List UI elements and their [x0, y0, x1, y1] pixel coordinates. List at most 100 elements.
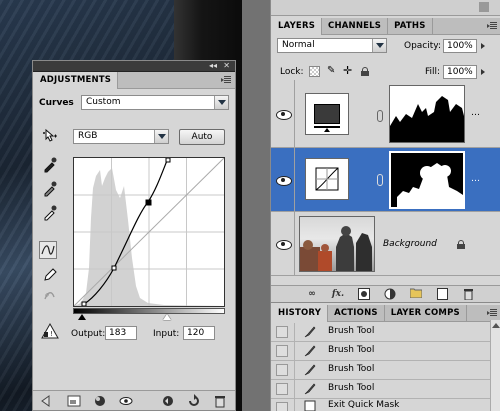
layer-row[interactable]: …	[271, 80, 500, 148]
opacity-field[interactable]: 100%	[443, 39, 477, 53]
history-tab-strip: HISTORY ACTIONS LAYER COMPS	[271, 305, 500, 322]
tab-paths[interactable]: PATHS	[388, 18, 433, 35]
scroll-up-icon[interactable]	[492, 323, 500, 328]
curve-point[interactable]	[111, 265, 117, 271]
channel-dropdown[interactable]: RGB	[73, 129, 169, 144]
history-source-box[interactable]	[276, 364, 288, 376]
panel-menu-icon[interactable]	[487, 22, 497, 30]
adjustment-name: Curves	[39, 98, 74, 108]
curve-point-selected[interactable]	[145, 199, 152, 206]
dock-top-strip	[271, 0, 500, 16]
auto-button[interactable]: Auto	[179, 129, 225, 145]
lock-all-icon[interactable]	[361, 67, 369, 76]
curves-graph[interactable]	[73, 157, 225, 307]
lock-position-icon[interactable]: ✛	[343, 64, 352, 77]
channel-value: RGB	[78, 131, 98, 141]
more-icon: …	[471, 108, 480, 118]
black-point-eyedropper-icon[interactable]	[41, 155, 59, 173]
layers-footer: ∞ fx.	[271, 285, 500, 303]
eye-icon[interactable]	[276, 109, 292, 120]
trash-icon[interactable]	[461, 288, 475, 301]
history-item-label: Brush Tool	[328, 383, 375, 393]
trash-icon[interactable]	[213, 394, 227, 408]
tab-history[interactable]: HISTORY	[271, 305, 329, 322]
adjustment-layer-icon[interactable]	[383, 288, 397, 301]
output-field[interactable]: 183	[105, 326, 137, 340]
eye-icon[interactable]	[276, 175, 292, 186]
history-item[interactable]: Brush Tool	[271, 380, 500, 399]
reset-icon[interactable]	[187, 394, 201, 408]
mask-thumbnail[interactable]	[389, 85, 465, 143]
clip-to-layer-icon[interactable]	[93, 394, 107, 408]
view-previous-state-icon[interactable]	[161, 394, 175, 408]
mask-thumbnail[interactable]	[389, 151, 465, 209]
tab-actions[interactable]: ACTIONS	[328, 305, 385, 322]
dock-button-icon[interactable]	[479, 2, 489, 12]
lock-pixels-icon[interactable]: ✎	[327, 65, 335, 76]
eye-icon[interactable]	[276, 239, 292, 250]
tab-layer-comps[interactable]: LAYER COMPS	[385, 305, 467, 322]
tab-adjustments[interactable]: ADJUSTMENTS	[33, 72, 119, 89]
opacity-slider-arrow-icon[interactable]	[481, 43, 485, 49]
fill-field[interactable]: 100%	[443, 65, 477, 79]
gray-point-eyedropper-icon[interactable]	[41, 179, 59, 197]
link-layers-icon[interactable]: ∞	[305, 288, 319, 301]
link-icon[interactable]	[377, 174, 383, 186]
layer-name[interactable]: Background	[383, 239, 437, 249]
history-item[interactable]: Brush Tool	[271, 342, 500, 361]
history-item[interactable]: Brush Tool	[271, 323, 500, 342]
background-thumbnail[interactable]	[299, 216, 375, 272]
panel-view-icon[interactable]	[67, 394, 81, 408]
smooth-curve-icon[interactable]	[41, 287, 59, 305]
preset-dropdown[interactable]: Custom	[81, 95, 229, 110]
tab-layers[interactable]: LAYERS	[271, 18, 323, 35]
workspace-gap	[242, 0, 270, 411]
edit-curve-points-icon[interactable]	[39, 241, 57, 259]
blend-mode-dropdown[interactable]: Normal	[277, 38, 387, 53]
targeted-adjust-icon[interactable]	[41, 127, 59, 145]
history-scrollbar[interactable]	[490, 320, 500, 411]
visibility-cell[interactable]	[271, 212, 295, 275]
curves-thumbnail[interactable]	[305, 158, 349, 200]
panel-menu-icon[interactable]	[221, 76, 231, 84]
adjustment-thumbnail[interactable]	[305, 93, 349, 135]
back-arrow-icon[interactable]	[39, 394, 53, 408]
panel-menu-icon[interactable]	[487, 309, 497, 317]
history-source-box[interactable]	[276, 383, 288, 395]
layer-style-icon[interactable]: fx.	[331, 288, 345, 301]
white-point-eyedropper-icon[interactable]	[41, 203, 59, 221]
new-layer-icon[interactable]	[435, 288, 449, 301]
adjustments-titlebar[interactable]: ◂◂ ✕	[33, 61, 235, 72]
lock-transparency-icon[interactable]	[309, 66, 320, 77]
tab-channels[interactable]: CHANNELS	[322, 18, 389, 35]
collapse-icon[interactable]: ◂◂	[209, 61, 217, 71]
quick-mask-icon	[304, 400, 316, 411]
history-item[interactable]: Exit Quick Mask	[271, 399, 500, 411]
link-icon[interactable]	[377, 110, 383, 122]
add-mask-icon[interactable]	[357, 288, 371, 301]
layer-row-background[interactable]: Background	[271, 212, 500, 276]
layer-row-selected[interactable]: …	[271, 148, 500, 212]
history-item[interactable]: Brush Tool	[271, 361, 500, 380]
pencil-draw-icon[interactable]	[41, 265, 59, 283]
close-icon[interactable]: ✕	[223, 61, 230, 71]
history-source-box[interactable]	[276, 345, 288, 357]
curve-point[interactable]	[165, 157, 171, 163]
fill-slider-arrow-icon[interactable]	[481, 69, 485, 75]
history-source-box[interactable]	[276, 326, 288, 338]
new-group-icon[interactable]	[409, 288, 423, 301]
visibility-icon[interactable]	[119, 394, 133, 408]
curve-point[interactable]	[81, 301, 87, 307]
visibility-cell[interactable]	[271, 80, 295, 147]
input-label: Input:	[153, 329, 180, 339]
output-label: Output:	[71, 329, 106, 339]
adjustments-footer	[33, 390, 235, 410]
visibility-cell[interactable]	[271, 148, 295, 211]
input-field[interactable]: 120	[183, 326, 215, 340]
adjustments-tab-row: ADJUSTMENTS	[33, 72, 235, 89]
black-point-slider[interactable]	[78, 314, 86, 320]
clipping-warning-icon[interactable]: !	[41, 322, 59, 341]
white-point-slider[interactable]	[163, 314, 171, 320]
chevron-down-icon	[154, 130, 168, 143]
history-source-box[interactable]	[276, 402, 288, 411]
